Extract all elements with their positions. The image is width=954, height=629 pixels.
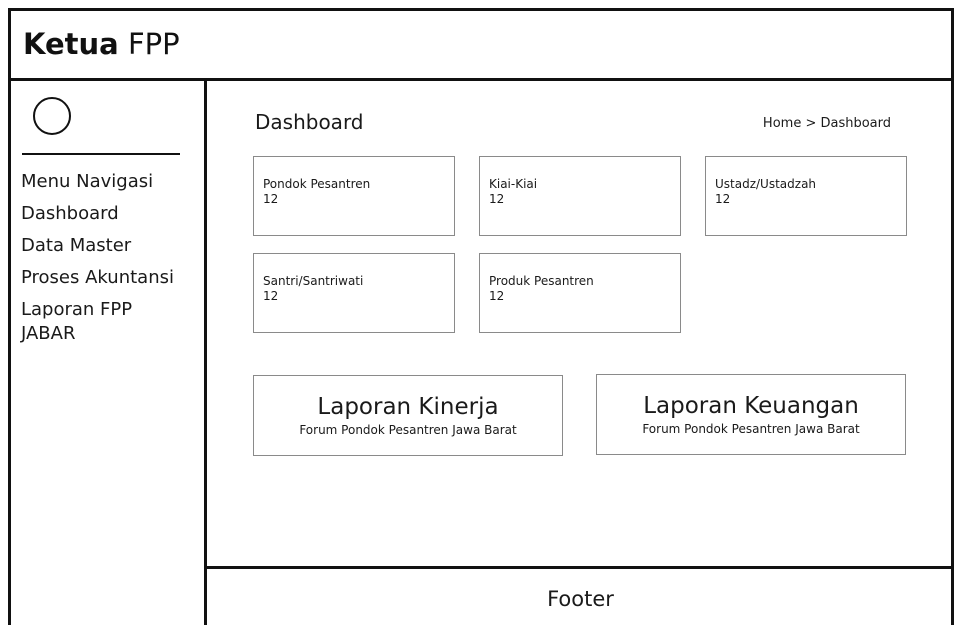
sidebar-nav: Menu Navigasi Dashboard Data Master Pros… <box>21 166 201 346</box>
stat-card-value: 12 <box>489 289 505 303</box>
avatar[interactable] <box>33 97 71 135</box>
stat-card-label: Santri/Santriwati <box>263 274 364 288</box>
app-title-bold: Ketua <box>23 27 119 61</box>
stat-card-label: Pondok Pesantren <box>263 177 371 191</box>
stat-card-ustadz-ustadzah[interactable]: Ustadz/Ustadzah 12 <box>705 156 907 236</box>
stat-card-value: 12 <box>263 289 279 303</box>
stat-card-pondok-pesantren[interactable]: Pondok Pesantren 12 <box>253 156 455 236</box>
stat-card-label: Kiai-Kiai <box>489 177 538 191</box>
report-title: Laporan Keuangan <box>643 393 859 419</box>
sidebar-divider <box>204 81 207 625</box>
sidebar-heading-menu-navigasi: Menu Navigasi <box>21 171 154 192</box>
sidebar-separator <box>22 153 180 155</box>
breadcrumb[interactable]: Home > Dashboard <box>763 116 891 131</box>
page-title: Dashboard <box>255 110 364 134</box>
app-title-rest: FPP <box>127 27 180 61</box>
report-laporan-keuangan-button[interactable]: Laporan Keuangan Forum Pondok Pesantren … <box>596 374 906 455</box>
app-title: Ketua FPP <box>23 27 180 61</box>
footer: Footer <box>547 587 614 611</box>
stat-card-santri-santriwati[interactable]: Santri/Santriwati 12 <box>253 253 455 333</box>
stat-card-label: Produk Pesantren <box>489 274 594 288</box>
sidebar-item-dashboard[interactable]: Dashboard <box>21 198 201 230</box>
report-subtitle: Forum Pondok Pesantren Jawa Barat <box>642 422 860 436</box>
report-subtitle: Forum Pondok Pesantren Jawa Barat <box>299 423 517 437</box>
sidebar-item-proses-akuntansi[interactable]: Proses Akuntansi <box>21 262 201 294</box>
stat-card-kiai-kiai[interactable]: Kiai-Kiai 12 <box>479 156 681 236</box>
stat-card-produk-pesantren[interactable]: Produk Pesantren 12 <box>479 253 681 333</box>
sidebar-item-data-master[interactable]: Data Master <box>21 230 201 262</box>
report-title: Laporan Kinerja <box>317 394 499 420</box>
stat-card-label: Ustadz/Ustadzah <box>715 177 817 191</box>
report-laporan-kinerja-button[interactable]: Laporan Kinerja Forum Pondok Pesantren J… <box>253 375 563 456</box>
sidebar-item-laporan-fpp-jabar[interactable]: Laporan FPP JABAR <box>21 294 191 346</box>
stat-card-value: 12 <box>489 192 505 206</box>
stat-card-value: 12 <box>715 192 731 206</box>
stat-card-value: 12 <box>263 192 279 206</box>
app-header: Ketua FPP <box>11 11 951 81</box>
